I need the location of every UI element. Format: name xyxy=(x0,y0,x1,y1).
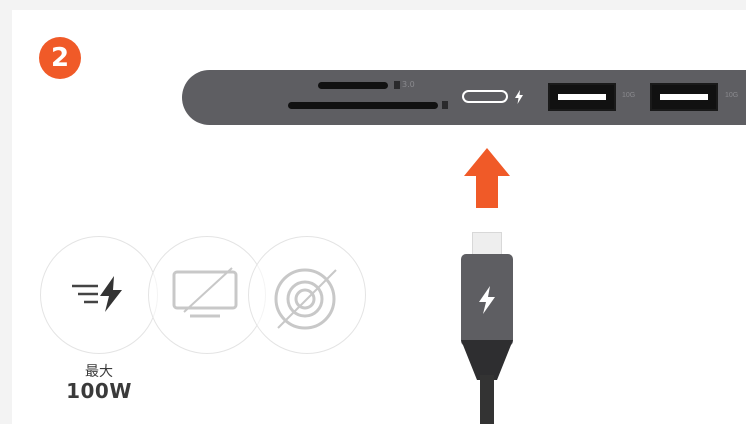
usb-c-plug-tip xyxy=(472,232,502,256)
fast-charge-icon xyxy=(72,276,122,312)
charge-bolt-icon xyxy=(515,90,523,104)
cable-strain-relief xyxy=(461,340,513,380)
max-power-caption: 最大 xyxy=(85,364,113,380)
step-badge: 2 xyxy=(39,37,81,79)
usb-a-speed-label-2: 10G xyxy=(725,92,739,99)
sd-card-icon xyxy=(394,81,400,89)
charge-bolt-icon xyxy=(479,286,495,314)
sd-speed-label: 3.0 xyxy=(402,80,415,89)
usb-c-cable xyxy=(480,375,494,424)
usb-a-speed-label-1: 10G xyxy=(622,92,636,99)
usb-a-port-2 xyxy=(650,83,718,111)
usb-c-connector xyxy=(461,254,513,346)
usb-c-pd-port xyxy=(462,90,508,103)
step-number: 2 xyxy=(50,43,70,73)
microsd-card-icon xyxy=(442,101,448,109)
sd-card-slot xyxy=(318,82,388,89)
usb-hub: 3.0 10G 10G xyxy=(182,70,746,125)
max-power-value: 100W xyxy=(66,379,132,403)
microsd-card-slot xyxy=(288,102,438,109)
audio-disabled-icon xyxy=(274,268,337,330)
display-disabled-icon xyxy=(172,267,238,318)
arrow-up-icon xyxy=(464,148,510,208)
usb-a-port-1 xyxy=(548,83,616,111)
